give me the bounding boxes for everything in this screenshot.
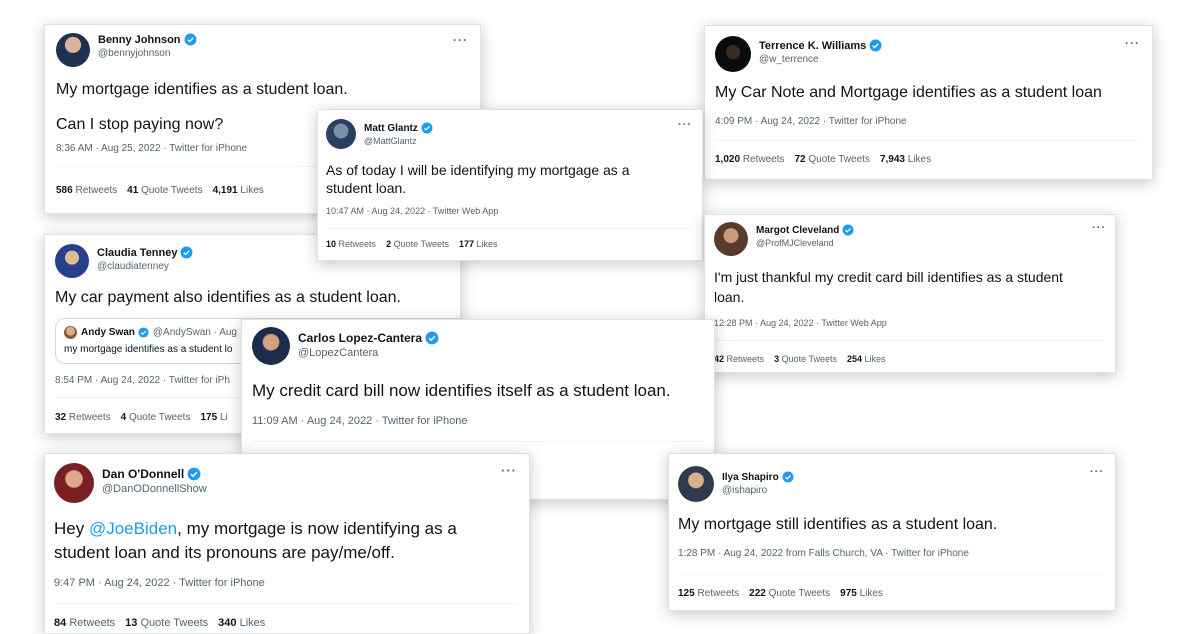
- avatar[interactable]: [678, 466, 714, 502]
- retweets-stat[interactable]: 586 Retweets: [56, 185, 117, 196]
- display-name[interactable]: Carlos Lopez-Cantera: [298, 331, 422, 345]
- verified-badge-icon: [421, 122, 433, 134]
- more-options-icon[interactable]: ···: [678, 119, 692, 131]
- tweet-text: I'm just thankful my credit card bill id…: [714, 269, 1063, 305]
- display-name[interactable]: Dan O'Donnell: [102, 467, 184, 481]
- tweet-card-dan-odonnell[interactable]: Dan O'Donnell @DanODonnellShow ··· Hey @…: [44, 453, 530, 634]
- display-name[interactable]: Terrence K. Williams: [759, 40, 866, 52]
- likes-stat[interactable]: 4,191 Likes: [213, 185, 264, 196]
- verified-badge-icon: [187, 467, 201, 481]
- quote-tweets-stat[interactable]: 4 Quote Tweets: [121, 412, 191, 423]
- likes-stat[interactable]: 975 Likes: [840, 588, 883, 599]
- mention-link[interactable]: @JoeBiden: [89, 519, 177, 538]
- verified-badge-icon: [184, 33, 196, 46]
- more-options-icon[interactable]: ···: [501, 463, 517, 478]
- tweet-timestamp[interactable]: 4:09 PM · Aug 24, 2022 · Twitter for iPh…: [715, 116, 1140, 127]
- tweet-timestamp[interactable]: 9:47 PM · Aug 24, 2022 · Twitter for iPh…: [54, 577, 517, 589]
- retweets-stat[interactable]: 42 Retweets: [714, 354, 764, 364]
- verified-badge-icon: [842, 224, 854, 236]
- tweet-card-matt-glantz[interactable]: Matt Glantz @MattGlantz ··· As of today …: [317, 109, 703, 261]
- handle[interactable]: @DanODonnellShow: [102, 483, 207, 495]
- tweet-text: My credit card bill now identifies itsel…: [252, 381, 671, 400]
- avatar[interactable]: [714, 222, 748, 256]
- likes-stat[interactable]: 7,943 Likes: [880, 154, 931, 165]
- engagement-stats: 84 Retweets 13 Quote Tweets 340 Likes: [54, 617, 517, 629]
- quote-tweets-stat[interactable]: 72 Quote Tweets: [795, 154, 870, 165]
- verified-badge-icon: [181, 246, 193, 259]
- retweets-stat[interactable]: 1,020 Retweets: [715, 154, 785, 165]
- likes-stat[interactable]: 175 Li: [200, 412, 227, 423]
- more-options-icon[interactable]: ···: [453, 33, 468, 47]
- quoted-handle: @AndySwan · Aug: [152, 327, 237, 338]
- tweet-text: My mortgage still identifies as a studen…: [678, 516, 998, 533]
- handle[interactable]: @ProfMJCleveland: [756, 238, 854, 248]
- tweet-card-terrence-williams[interactable]: Terrence K. Williams @w_terrence ··· My …: [704, 25, 1153, 180]
- verified-badge-icon: [782, 471, 794, 483]
- quote-tweets-stat[interactable]: 2 Quote Tweets: [386, 239, 449, 249]
- more-options-icon[interactable]: ···: [1092, 222, 1106, 234]
- tweet-card-margot-cleveland[interactable]: Margot Cleveland @ProfMJCleveland ··· I'…: [704, 214, 1116, 373]
- likes-stat[interactable]: 177 Likes: [459, 239, 498, 249]
- tweet-text: My mortgage identifies as a student loan…: [56, 81, 348, 98]
- avatar[interactable]: [715, 36, 751, 72]
- engagement-stats: 125 Retweets 222 Quote Tweets 975 Likes: [678, 588, 1104, 599]
- more-options-icon[interactable]: ···: [1125, 36, 1140, 50]
- tweet-timestamp[interactable]: 12:28 PM · Aug 24, 2022 · Twitter Web Ap…: [714, 318, 1106, 328]
- tweet-text: As of today I will be identifying my mor…: [326, 162, 630, 196]
- avatar[interactable]: [56, 33, 90, 67]
- retweets-stat[interactable]: 125 Retweets: [678, 588, 739, 599]
- likes-stat[interactable]: 340 Likes: [218, 617, 265, 629]
- quote-tweets-stat[interactable]: 13 Quote Tweets: [125, 617, 208, 629]
- engagement-stats: 1,020 Retweets 72 Quote Tweets 7,943 Lik…: [715, 154, 1140, 165]
- display-name[interactable]: Ilya Shapiro: [722, 472, 779, 483]
- display-name[interactable]: Benny Johnson: [98, 34, 181, 46]
- verified-badge-icon: [869, 39, 882, 52]
- tweet-text: Hey @JoeBiden, my mortgage is now identi…: [54, 519, 457, 562]
- tweet-text: My Car Note and Mortgage identifies as a…: [715, 84, 1102, 101]
- avatar[interactable]: [252, 327, 290, 365]
- handle[interactable]: @w_terrence: [759, 54, 882, 65]
- tweet-timestamp[interactable]: 11:09 AM · Aug 24, 2022 · Twitter for iP…: [252, 415, 704, 427]
- quoted-display-name: Andy Swan: [81, 327, 135, 338]
- avatar[interactable]: [55, 244, 89, 278]
- avatar[interactable]: [326, 119, 356, 149]
- quote-tweets-stat[interactable]: 3 Quote Tweets: [774, 354, 837, 364]
- tweet-text: My car payment also identifies as a stud…: [55, 289, 401, 306]
- handle[interactable]: @claudiatenney: [97, 261, 193, 272]
- display-name[interactable]: Margot Cleveland: [756, 225, 839, 236]
- engagement-stats: 10 Retweets 2 Quote Tweets 177 Likes: [326, 239, 692, 249]
- handle[interactable]: @ishapiro: [722, 485, 794, 496]
- handle[interactable]: @bennyjohnson: [98, 48, 197, 59]
- avatar[interactable]: [54, 463, 94, 503]
- quoted-avatar: [64, 326, 77, 339]
- quote-tweets-stat[interactable]: 222 Quote Tweets: [749, 588, 830, 599]
- tweet-card-ilya-shapiro[interactable]: Ilya Shapiro @ishapiro ··· My mortgage s…: [668, 453, 1116, 611]
- likes-stat[interactable]: 254 Likes: [847, 354, 886, 364]
- retweets-stat[interactable]: 84 Retweets: [54, 617, 115, 629]
- more-options-icon[interactable]: ···: [1090, 466, 1104, 478]
- handle[interactable]: @MattGlantz: [364, 136, 433, 146]
- engagement-stats: 42 Retweets 3 Quote Tweets 254 Likes: [714, 354, 1106, 364]
- display-name[interactable]: Claudia Tenney: [97, 247, 177, 259]
- verified-badge-icon: [138, 327, 149, 338]
- tweet-timestamp[interactable]: 10:47 AM · Aug 24, 2022 · Twitter Web Ap…: [326, 206, 692, 216]
- retweets-stat[interactable]: 10 Retweets: [326, 239, 376, 249]
- verified-badge-icon: [425, 331, 439, 345]
- display-name[interactable]: Matt Glantz: [364, 123, 418, 134]
- retweets-stat[interactable]: 32 Retweets: [55, 412, 111, 423]
- quote-tweets-stat[interactable]: 41 Quote Tweets: [127, 185, 202, 196]
- tweet-timestamp[interactable]: 1:28 PM · Aug 24, 2022 from Falls Church…: [678, 548, 1104, 559]
- handle[interactable]: @LopezCantera: [298, 347, 439, 359]
